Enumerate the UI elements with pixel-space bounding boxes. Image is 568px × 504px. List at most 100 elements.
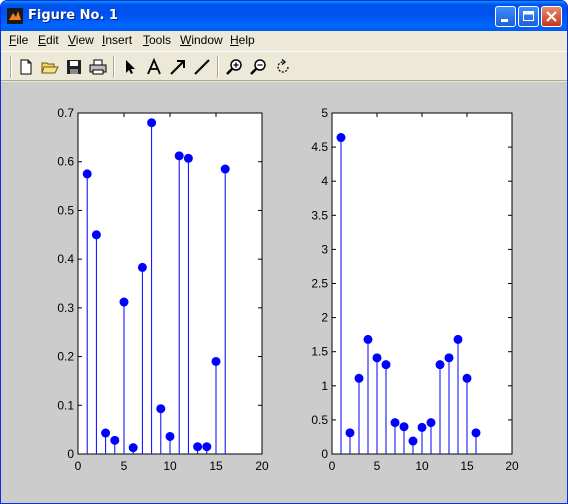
menu-insert[interactable]: Insert [102, 33, 132, 47]
insert-text-button[interactable] [144, 57, 164, 77]
y-tick-label: 4.5 [311, 140, 328, 154]
title-bar[interactable]: Figure No. 1 [1, 1, 567, 31]
x-tick-label: 15 [209, 459, 223, 473]
stem-marker [381, 360, 391, 370]
matlab-app-icon[interactable] [7, 8, 23, 24]
y-tick-label: 1 [321, 379, 328, 393]
y-tick-label: 0.6 [57, 155, 74, 169]
stem-marker [372, 353, 382, 363]
y-tick-label: 1.5 [311, 345, 328, 359]
new-file-icon [20, 59, 32, 75]
minimize-button[interactable] [495, 6, 516, 27]
open-file-button[interactable] [40, 57, 60, 77]
y-tick-label: 0.5 [57, 203, 74, 217]
figure-canvas[interactable]: 0 0.1 0.2 0.3 0.4 0.5 0.6 0.7 0 5 10 15 20 0 0.5 1 1.5 2 2… [1, 82, 567, 503]
y-tick-label: 2 [321, 311, 328, 325]
menu-window[interactable]: Window [180, 33, 223, 47]
menu-bar: File Edit View Insert Tools Window Help [1, 31, 567, 50]
figure-window: Figure No. 1 File Edit View Insert Tools… [0, 0, 568, 504]
stem-marker [417, 422, 427, 432]
stem-chart-1: 0 0.1 0.2 0.3 0.4 0.5 0.6 0.7 0 5 10 15 20 [57, 106, 269, 473]
stem-marker [193, 442, 203, 452]
y-tick-label: 0.3 [57, 301, 74, 315]
insert-line-icon [194, 59, 210, 75]
y-tick-label: 4 [321, 174, 328, 188]
save-button[interactable] [64, 57, 84, 77]
x-tick-label: 20 [255, 459, 269, 473]
stem-marker [435, 360, 445, 370]
x-tick-label: 0 [329, 459, 336, 473]
stem-marker [471, 428, 481, 438]
insert-arrow-icon [170, 60, 185, 75]
rotate-3d-button[interactable] [273, 57, 293, 77]
stem-marker [453, 334, 463, 344]
stem-marker [183, 153, 193, 163]
stem-marker [354, 373, 364, 383]
rotate-3d-icon [277, 59, 289, 73]
stem-marker [363, 334, 373, 344]
toolbar-grip [10, 56, 12, 78]
toolbar-separator [217, 56, 219, 78]
maximize-icon [523, 11, 534, 21]
figure-plot-svg: 0 0.1 0.2 0.3 0.4 0.5 0.6 0.7 0 5 10 15 20 0 0.5 1 1.5 2 2… [57, 106, 519, 473]
y-tick-label: 3 [321, 242, 328, 256]
stem-marker [345, 428, 355, 438]
zoom-out-button[interactable] [249, 57, 269, 77]
maximize-button[interactable] [518, 6, 539, 27]
menu-tools[interactable]: Tools [143, 33, 171, 47]
insert-line-button[interactable] [192, 57, 212, 77]
stem-marker [408, 436, 418, 446]
stem-marker [156, 404, 166, 414]
stem-marker [202, 442, 212, 452]
menu-help[interactable]: Help [230, 33, 255, 47]
stem-marker [426, 418, 436, 428]
stem-marker [174, 151, 184, 161]
y-tick-label: 3.5 [311, 208, 328, 222]
stem-marker [165, 431, 175, 441]
axes-box [77, 112, 263, 455]
y-tick-label: 0.4 [57, 252, 74, 266]
print-icon [89, 59, 107, 75]
menu-view[interactable]: View [68, 33, 94, 47]
open-folder-icon [41, 62, 59, 74]
stem-chart-2: 0 0.5 1 1.5 2 2.5 3 3.5 4 4.5 5 0 5 10 15 20 [311, 106, 519, 473]
y-tick-label: 0 [67, 447, 74, 461]
select-tool-button[interactable] [120, 57, 140, 77]
stem-marker [220, 164, 230, 174]
y-tick-label: 2.5 [311, 277, 328, 291]
toolbar [1, 51, 567, 81]
stem-marker [211, 356, 221, 366]
save-icon [67, 60, 81, 74]
stem-marker [110, 435, 120, 445]
select-arrow-icon [126, 60, 135, 74]
y-tick-label: 0.2 [57, 350, 74, 364]
stem-marker [119, 297, 129, 307]
new-file-button[interactable] [16, 57, 36, 77]
minimize-icon [501, 19, 508, 22]
stem-marker [147, 118, 157, 128]
stem-marker [462, 373, 472, 383]
stem-marker [336, 133, 346, 143]
x-tick-label: 15 [460, 459, 474, 473]
zoom-in-icon [226, 59, 242, 75]
stem-marker [82, 169, 92, 179]
x-tick-label: 10 [163, 459, 177, 473]
menu-edit[interactable]: Edit [38, 33, 59, 47]
y-tick-label: 5 [321, 106, 328, 120]
menu-file[interactable]: File [9, 33, 28, 47]
stem-marker [444, 353, 454, 363]
zoom-out-icon [250, 59, 266, 75]
stem-marker [137, 262, 147, 272]
close-button[interactable] [541, 6, 562, 27]
y-tick-label: 0.1 [57, 398, 74, 412]
print-button[interactable] [88, 57, 108, 77]
zoom-in-button[interactable] [225, 57, 245, 77]
stem-marker [390, 418, 400, 428]
x-tick-label: 10 [415, 459, 429, 473]
x-tick-label: 20 [505, 459, 519, 473]
stem-marker [399, 422, 409, 432]
x-tick-label: 0 [75, 459, 82, 473]
insert-arrow-button[interactable] [168, 57, 188, 77]
window-title: Figure No. 1 [28, 8, 118, 23]
toolbar-separator [113, 56, 115, 78]
